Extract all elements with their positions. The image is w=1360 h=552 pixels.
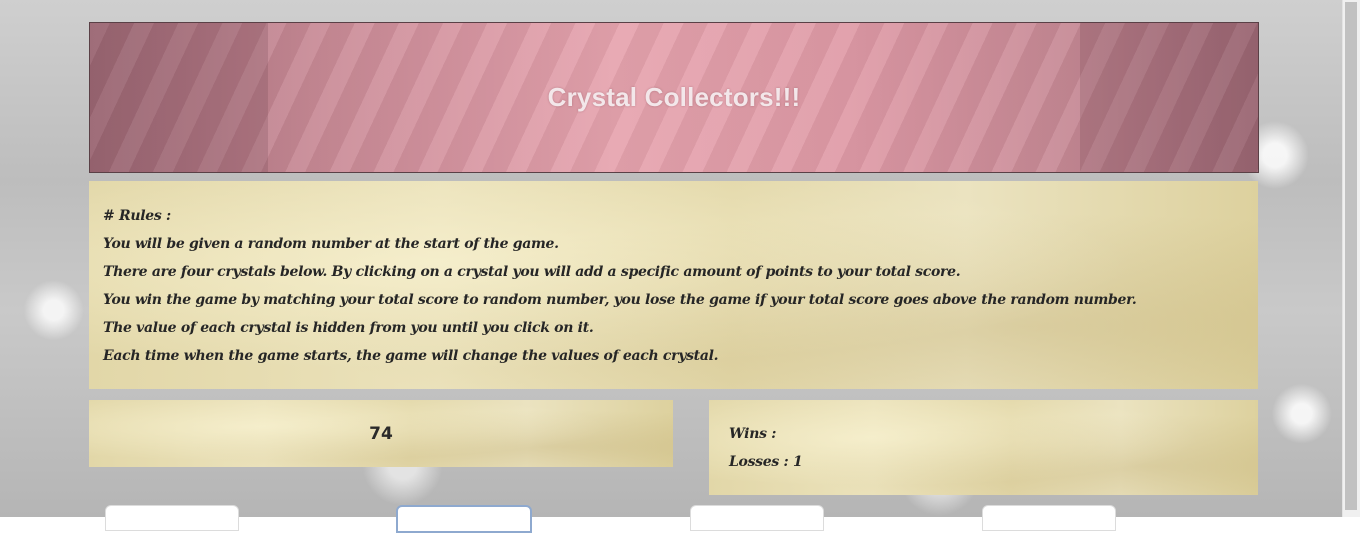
rule-line: You will be given a random number at the… xyxy=(103,236,559,252)
wins-label: Wins : xyxy=(729,426,777,442)
rule-line: There are four crystals below. By clicki… xyxy=(103,264,961,280)
losses-label: Losses : 1 xyxy=(729,454,803,470)
random-number-panel: 74 xyxy=(89,400,673,467)
rule-line: You win the game by matching your total … xyxy=(103,292,1137,308)
page-title: Crystal Collectors!!! xyxy=(547,82,801,112)
random-number: 74 xyxy=(369,424,393,444)
score-panel: Wins : Losses : 1 xyxy=(709,400,1258,495)
rules-heading: # Rules : xyxy=(103,208,171,224)
crystal-button-2[interactable] xyxy=(396,505,532,533)
crystal-button-3[interactable] xyxy=(690,505,824,531)
rule-line: Each time when the game starts, the game… xyxy=(103,348,719,364)
header-banner: Crystal Collectors!!! xyxy=(89,22,1259,173)
rule-line: The value of each crystal is hidden from… xyxy=(103,320,594,336)
crystal-button-4[interactable] xyxy=(982,505,1116,531)
scrollbar-thumb[interactable] xyxy=(1345,2,1357,510)
crystal-button-1[interactable] xyxy=(105,505,239,531)
rules-panel: # Rules : You will be given a random num… xyxy=(89,181,1258,389)
